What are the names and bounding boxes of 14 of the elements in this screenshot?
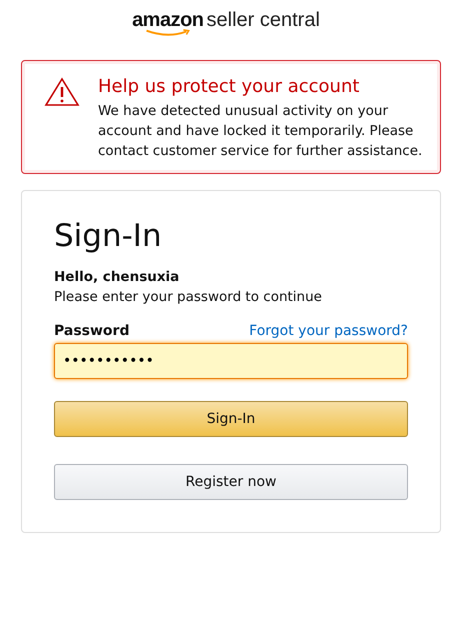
alert-title: Help us protect your account — [98, 75, 360, 99]
password-label: Password — [54, 323, 130, 339]
password-field[interactable]: ••••••••••• — [54, 343, 408, 379]
instruction-text: Please enter your password to continue — [54, 289, 323, 305]
smile-arrow-icon — [144, 29, 191, 37]
warning-icon — [44, 77, 80, 107]
logo-brand: amazon — [132, 8, 204, 32]
greeting: Hello, chensuxia — [54, 269, 180, 285]
forgot-password-link[interactable]: Forgot your password? — [249, 323, 408, 339]
sign-in-button[interactable]: Sign-In — [54, 401, 408, 437]
register-button[interactable]: Register now — [54, 464, 408, 500]
logo-product: seller central — [206, 8, 320, 32]
alert-message: We have detected unusual activity on your account and have locked it temporarily. Please contact customer service for further assistance. — [98, 102, 424, 161]
signin-heading: Sign-In — [54, 217, 163, 255]
